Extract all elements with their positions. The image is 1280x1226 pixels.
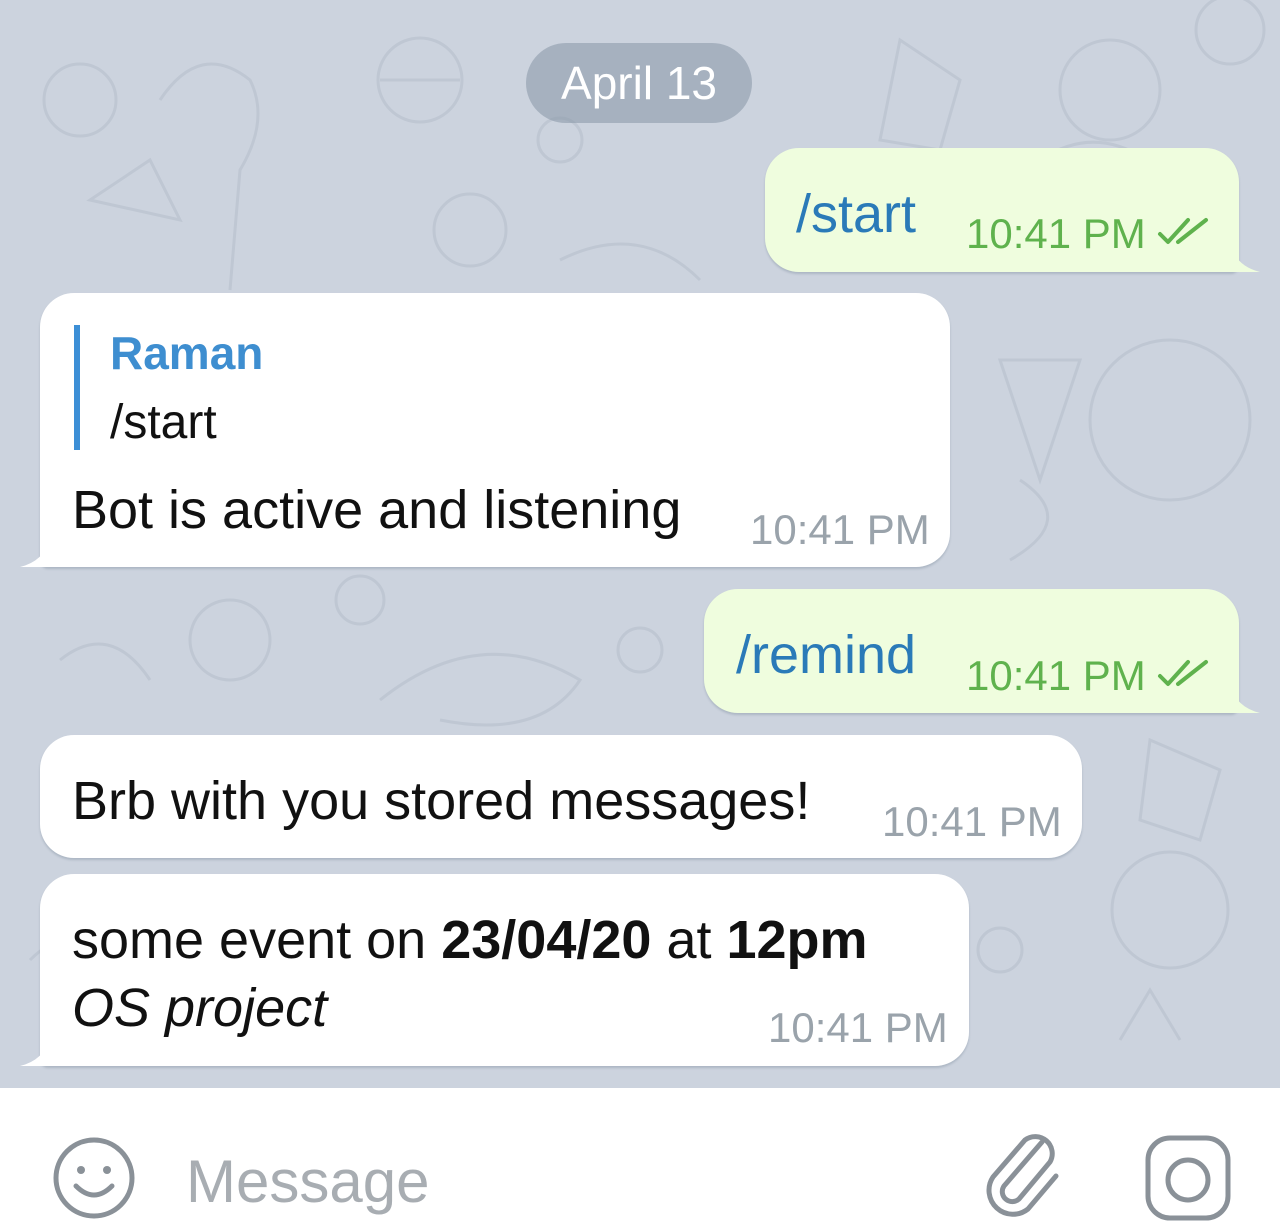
bubble-tail <box>20 1038 50 1066</box>
emoji-icon[interactable] <box>52 1136 136 1220</box>
message-text: some event on 23/04/20 at 12pm <box>72 909 868 971</box>
event-title: OS project <box>72 978 328 1038</box>
message-time: 10:41 PM <box>966 210 1146 257</box>
reply-quote-bar <box>74 325 80 450</box>
chat-area: April 13 /start 10:41 PM Raman /start Bo… <box>0 0 1280 1088</box>
camera-icon[interactable] <box>1144 1134 1232 1222</box>
message-time: 10:41 PM <box>966 652 1146 699</box>
command-link[interactable]: /start <box>796 183 916 245</box>
reply-sender-name[interactable]: Raman <box>110 326 263 380</box>
double-check-icon <box>1158 660 1208 686</box>
event-date: 23/04/20 <box>441 910 652 970</box>
message-time: 10:41 PM <box>882 798 1062 845</box>
event-prefix-text: some event on <box>72 910 442 970</box>
bubble-tail <box>1230 244 1260 272</box>
event-middle-text: at <box>651 910 727 970</box>
double-check-icon <box>1158 218 1208 244</box>
message-input[interactable] <box>186 1136 886 1226</box>
paperclip-icon[interactable] <box>984 1128 1064 1218</box>
command-link[interactable]: /remind <box>736 624 916 686</box>
date-separator: April 13 <box>526 43 752 123</box>
bubble-tail <box>20 539 50 567</box>
message-text: Brb with you stored messages! <box>72 771 811 831</box>
message-input-bar <box>0 1088 1280 1226</box>
reply-quoted-text: /start <box>110 396 217 449</box>
event-time: 12pm <box>726 910 868 970</box>
message-text: Bot is active and listening <box>72 480 682 540</box>
message-time: 10:41 PM <box>750 506 930 553</box>
bubble-tail <box>1230 685 1260 713</box>
message-time: 10:41 PM <box>768 1004 948 1051</box>
